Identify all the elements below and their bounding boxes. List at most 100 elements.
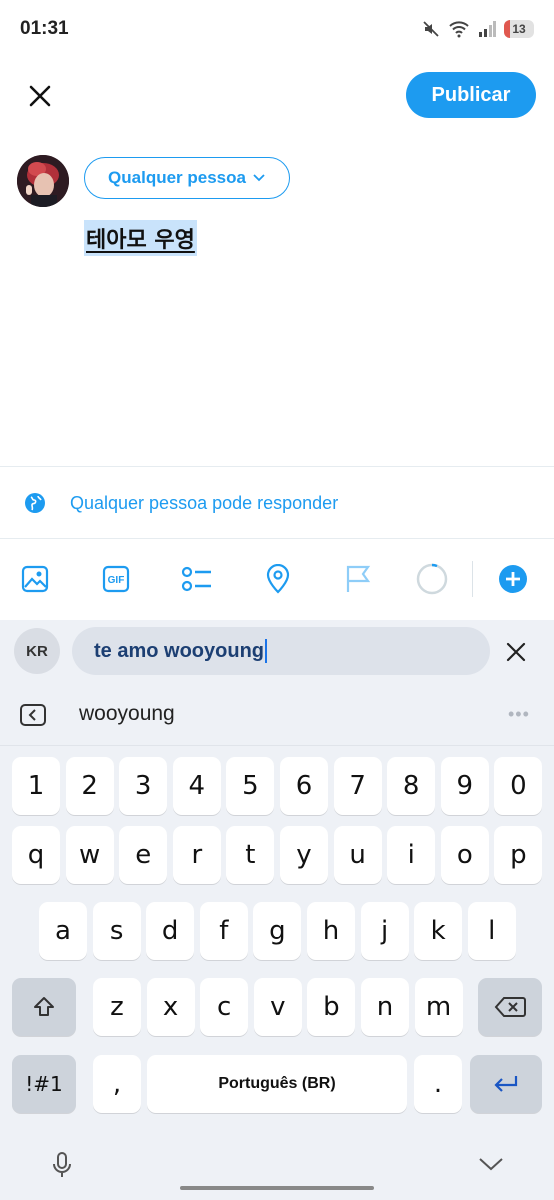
translator-close-button[interactable] <box>500 637 532 667</box>
word-suggestion[interactable]: wooyoung <box>79 702 175 726</box>
close-icon <box>506 642 526 662</box>
key-h[interactable]: h <box>307 902 355 960</box>
key-g[interactable]: g <box>253 902 302 960</box>
key-q[interactable]: q <box>12 826 60 884</box>
key-f[interactable]: f <box>199 902 248 960</box>
location-button[interactable] <box>262 563 294 595</box>
key-d[interactable]: d <box>146 902 195 960</box>
svg-text:GIF: GIF <box>108 575 125 586</box>
char-counter-ring <box>416 563 448 595</box>
hide-keyboard-button[interactable] <box>477 1153 505 1175</box>
key-z[interactable]: z <box>93 978 141 1036</box>
key-t[interactable]: t <box>226 826 275 884</box>
key-v[interactable]: v <box>253 978 302 1036</box>
comma-key[interactable]: , <box>93 1055 141 1113</box>
key-o[interactable]: o <box>440 826 489 884</box>
globe-icon <box>25 493 45 513</box>
gif-button[interactable]: GIF <box>100 563 132 595</box>
space-key[interactable]: Português (BR) <box>147 1055 407 1113</box>
flag-button[interactable] <box>343 563 375 595</box>
toolbar-separator <box>472 561 473 597</box>
close-button[interactable] <box>22 78 58 114</box>
translator-input[interactable]: te amo wooyoung <box>72 627 490 675</box>
divider <box>0 466 554 467</box>
compose-text[interactable]: 테아모 우영 <box>84 220 197 256</box>
status-time: 01:31 <box>20 18 69 39</box>
symbols-key[interactable]: !#1 <box>12 1055 76 1113</box>
signal-icon <box>479 21 496 37</box>
image-icon <box>21 565 49 593</box>
suggestion-expand-button[interactable] <box>20 704 46 726</box>
language-badge[interactable]: KR <box>14 628 60 674</box>
poll-icon <box>181 566 211 592</box>
enter-key[interactable] <box>470 1055 542 1113</box>
key-1[interactable]: 1 <box>12 757 60 815</box>
audience-label: Qualquer pessoa <box>108 168 246 187</box>
avatar[interactable] <box>17 155 69 207</box>
wifi-icon <box>449 21 469 38</box>
char-counter <box>416 563 448 595</box>
enter-icon <box>494 1076 518 1092</box>
shift-key[interactable] <box>12 978 76 1036</box>
key-b[interactable]: b <box>307 978 356 1036</box>
add-thread-button[interactable] <box>497 563 529 595</box>
key-r[interactable]: r <box>172 826 221 884</box>
publish-button[interactable]: Publicar <box>406 72 536 118</box>
reply-setting-label: Qualquer pessoa pode responder <box>70 492 339 513</box>
more-options-icon[interactable]: ••• <box>508 704 530 725</box>
key-m[interactable]: m <box>414 978 463 1036</box>
audience-selector[interactable]: Qualquer pessoa <box>84 157 290 199</box>
chevron-left-icon <box>28 709 36 721</box>
backspace-icon <box>494 997 526 1017</box>
shift-icon <box>34 997 54 1016</box>
key-s[interactable]: s <box>92 902 141 960</box>
location-icon <box>266 564 290 594</box>
key-y[interactable]: y <box>280 826 328 884</box>
key-p[interactable]: p <box>494 826 543 884</box>
voice-input-button[interactable] <box>50 1150 74 1180</box>
key-0[interactable]: 0 <box>494 757 543 815</box>
key-w[interactable]: w <box>65 826 114 884</box>
battery-level: 13 <box>512 22 526 36</box>
poll-button[interactable] <box>181 563 213 595</box>
compose-screen: 01:31 13 Publicar Qualquer pessoa 테아모 우영… <box>0 0 554 1200</box>
key-x[interactable]: x <box>146 978 195 1036</box>
avatar-image <box>17 155 69 207</box>
mute-icon <box>423 21 439 37</box>
image-button[interactable] <box>19 563 51 595</box>
key-5[interactable]: 5 <box>226 757 275 815</box>
key-n[interactable]: n <box>361 978 409 1036</box>
key-7[interactable]: 7 <box>333 757 382 815</box>
backspace-key[interactable] <box>478 978 542 1036</box>
key-4[interactable]: 4 <box>172 757 221 815</box>
battery-icon: 13 <box>504 20 534 38</box>
gif-icon: GIF <box>102 565 130 593</box>
key-2[interactable]: 2 <box>65 757 114 815</box>
divider <box>0 538 554 539</box>
key-a[interactable]: a <box>39 902 87 960</box>
chevron-down-icon <box>479 1158 503 1171</box>
home-indicator <box>180 1186 374 1190</box>
key-l[interactable]: l <box>467 902 516 960</box>
key-u[interactable]: u <box>333 826 382 884</box>
key-9[interactable]: 9 <box>440 757 489 815</box>
chevron-down-icon <box>253 174 265 182</box>
key-3[interactable]: 3 <box>119 757 168 815</box>
keyboard-divider <box>0 745 554 746</box>
flag-icon <box>346 565 371 592</box>
key-8[interactable]: 8 <box>387 757 436 815</box>
status-icons: 13 <box>422 20 534 38</box>
add-icon <box>499 565 527 593</box>
key-k[interactable]: k <box>414 902 463 960</box>
translator-input-value: te amo wooyoung <box>94 639 264 662</box>
microphone-icon <box>53 1152 71 1177</box>
key-i[interactable]: i <box>387 826 436 884</box>
key-6[interactable]: 6 <box>280 757 328 815</box>
key-j[interactable]: j <box>360 902 409 960</box>
key-c[interactable]: c <box>200 978 249 1036</box>
key-e[interactable]: e <box>119 826 168 884</box>
reply-setting[interactable]: Qualquer pessoa pode responder <box>0 468 554 538</box>
text-caret <box>265 639 267 663</box>
close-icon <box>29 85 51 107</box>
period-key[interactable]: . <box>414 1055 462 1113</box>
